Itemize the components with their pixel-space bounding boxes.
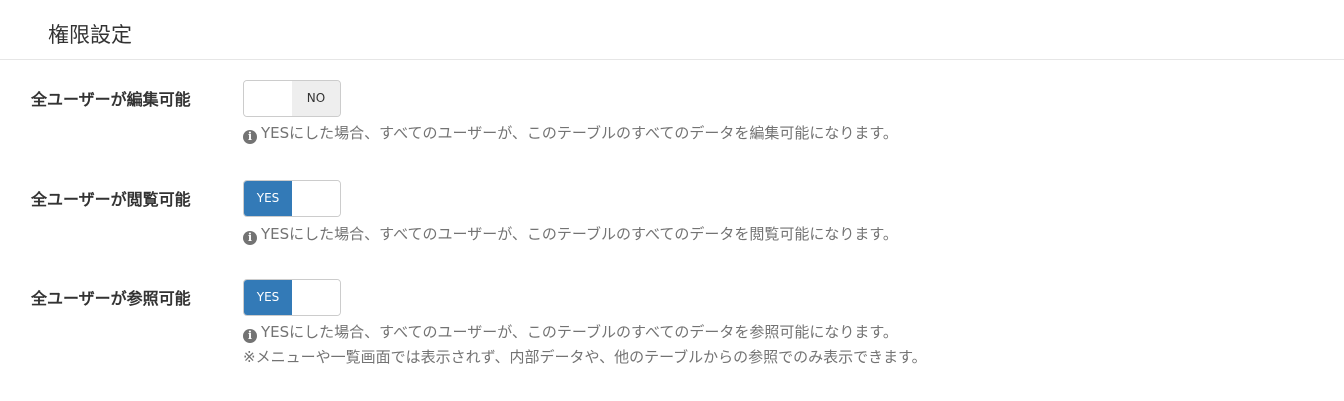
- panel-header: 権限設定: [0, 0, 1344, 60]
- toggle-knob: [292, 181, 340, 216]
- info-circle-icon: i: [243, 130, 257, 144]
- help-text-reference: i YESにした場合、すべてのユーザーが、このテーブルのすべてのデータを参照可能に…: [243, 321, 927, 368]
- help-line: i YESにした場合、すべてのユーザーが、このテーブルのすべてのデータを編集可能に…: [243, 122, 898, 144]
- info-circle-icon: i: [243, 231, 257, 245]
- toggle-knob: [244, 81, 292, 116]
- setting-label-edit: 全ユーザーが編集可能: [31, 90, 191, 109]
- help-message: YESにした場合、すべてのユーザーが、このテーブルのすべてのデータを閲覧可能にな…: [261, 225, 898, 243]
- help-message: YESにした場合、すべてのユーザーが、このテーブルのすべてのデータを編集可能にな…: [261, 124, 898, 142]
- toggle-view[interactable]: YES: [243, 180, 341, 217]
- help-note: ※メニューや一覧画面では表示されず、内部データや、他のテーブルからの参照でのみ表…: [243, 348, 927, 366]
- setting-label-reference: 全ユーザーが参照可能: [31, 289, 191, 308]
- setting-label-view: 全ユーザーが閲覧可能: [31, 190, 191, 209]
- toggle-state-label: NO: [292, 81, 340, 116]
- info-circle-icon: i: [243, 329, 257, 343]
- help-line: i YESにした場合、すべてのユーザーが、このテーブルのすべてのデータを参照可能に…: [243, 321, 927, 343]
- help-text-view: i YESにした場合、すべてのユーザーが、このテーブルのすべてのデータを閲覧可能に…: [243, 223, 898, 245]
- help-message: YESにした場合、すべてのユーザーが、このテーブルのすべてのデータを参照可能にな…: [261, 323, 898, 341]
- toggle-state-label: YES: [244, 181, 292, 216]
- toggle-edit[interactable]: NO: [243, 80, 341, 117]
- toggle-knob: [292, 280, 340, 315]
- toggle-reference[interactable]: YES: [243, 279, 341, 316]
- toggle-state-label: YES: [244, 280, 292, 315]
- page-title: 権限設定: [48, 23, 132, 47]
- help-line: i YESにした場合、すべてのユーザーが、このテーブルのすべてのデータを閲覧可能に…: [243, 223, 898, 245]
- help-text-edit: i YESにした場合、すべてのユーザーが、このテーブルのすべてのデータを編集可能に…: [243, 122, 898, 144]
